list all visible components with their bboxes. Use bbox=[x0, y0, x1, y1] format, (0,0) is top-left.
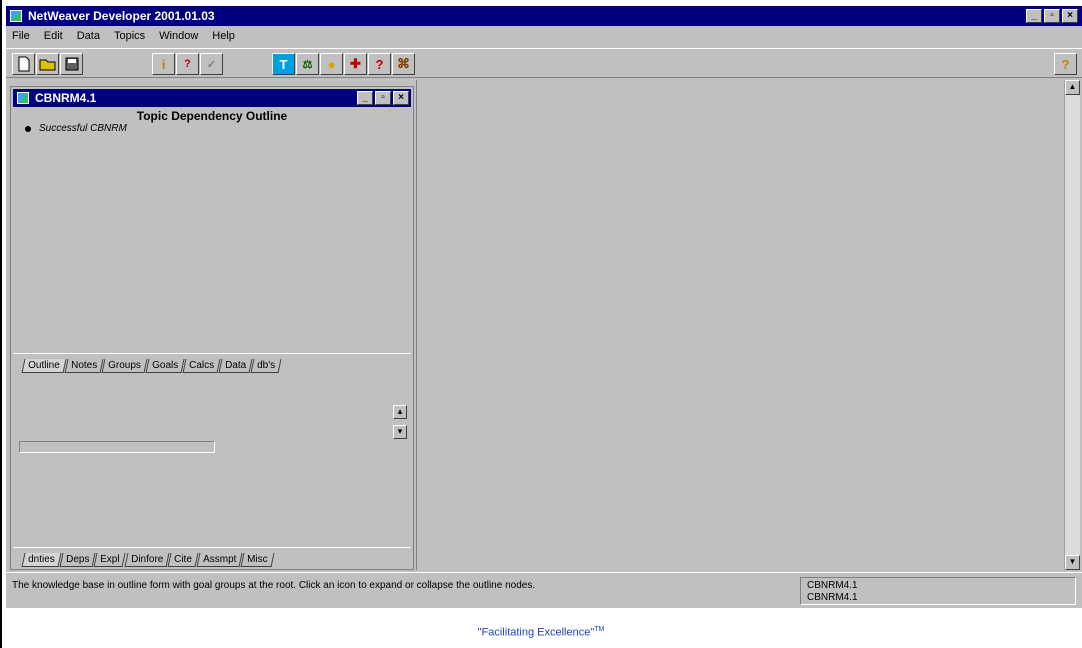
maximize-icon[interactable]: ▫ bbox=[1044, 9, 1060, 23]
scroll-down-arrow-icon[interactable]: ▼ bbox=[1065, 555, 1080, 570]
status-kb-panel: CBNRM4.1 CBNRM4.1 bbox=[800, 577, 1076, 605]
scroll-up-arrow-icon[interactable]: ▲ bbox=[1065, 80, 1080, 95]
outline-heading: Topic Dependency Outline bbox=[136, 109, 288, 123]
footer-text: "Facilitating Excellence" bbox=[477, 626, 595, 639]
workspace-pane: ▲ ▼ bbox=[416, 80, 1080, 570]
statusbar: The knowledge base in outline form with … bbox=[6, 572, 1082, 608]
menu-window[interactable]: Window bbox=[159, 30, 198, 42]
footer-trademark: TM bbox=[594, 626, 605, 633]
context-help-icon[interactable]: ? bbox=[1054, 53, 1077, 75]
app-title: NetWeaver Developer 2001.01.03 bbox=[28, 9, 215, 23]
link-icon[interactable]: ⌘ bbox=[392, 53, 415, 75]
menu-topics[interactable]: Topics bbox=[114, 30, 145, 42]
check-icon[interactable]: ✓ bbox=[200, 53, 223, 75]
tab-data[interactable]: Data bbox=[218, 359, 253, 373]
tab-groups[interactable]: Groups bbox=[101, 359, 148, 373]
page-frame bbox=[0, 0, 2, 648]
top-tab-row: Outline Notes Groups Goals Calcs Data db… bbox=[13, 353, 411, 373]
scroll-down-icon[interactable]: ▾ bbox=[393, 425, 407, 439]
status-kb-line1: CBNRM4.1 bbox=[807, 580, 858, 591]
child-minimize-icon[interactable]: _ bbox=[357, 91, 373, 105]
tab-cite[interactable]: Cite bbox=[167, 553, 199, 567]
child-close-icon[interactable]: × bbox=[393, 91, 409, 105]
tab-expl[interactable]: Expl bbox=[93, 553, 126, 567]
bullet-icon[interactable] bbox=[25, 125, 31, 132]
tab-dnties[interactable]: dnties bbox=[21, 553, 62, 567]
ask-icon[interactable]: ✚ bbox=[344, 53, 367, 75]
menubar: File Edit Data Topics Window Help bbox=[6, 27, 1082, 45]
outline-pane: Topic Dependency Outline Successful CBNR… bbox=[13, 108, 411, 356]
child-window-controls: _ ▫ × bbox=[357, 91, 409, 105]
child-title: CBNRM4.1 bbox=[35, 91, 97, 105]
info-icon[interactable]: i bbox=[152, 53, 175, 75]
detail-pane: ▴ ▾ bbox=[13, 379, 411, 537]
topic-icon[interactable]: T bbox=[272, 53, 295, 75]
child-titlebar[interactable]: CBNRM4.1 _ ▫ × bbox=[13, 89, 411, 107]
tab-dinfore[interactable]: Dinfore bbox=[124, 553, 170, 567]
tab-deps[interactable]: Deps bbox=[59, 553, 96, 567]
status-message: The knowledge base in outline form with … bbox=[12, 580, 536, 591]
tab-dbs[interactable]: db's bbox=[250, 359, 282, 373]
child-maximize-icon[interactable]: ▫ bbox=[375, 91, 391, 105]
app-icon bbox=[10, 10, 22, 22]
tab-goals[interactable]: Goals bbox=[145, 359, 185, 373]
tab-outline[interactable]: Outline bbox=[21, 359, 67, 373]
minimize-icon[interactable]: _ bbox=[1026, 9, 1042, 23]
vertical-scrollbar[interactable]: ▲ ▼ bbox=[1064, 80, 1080, 570]
child-app-icon bbox=[17, 92, 29, 104]
query-topic-icon[interactable]: ? bbox=[176, 53, 199, 75]
menu-data[interactable]: Data bbox=[77, 30, 100, 42]
tab-notes[interactable]: Notes bbox=[64, 359, 104, 373]
outline-child-window: CBNRM4.1 _ ▫ × Topic Dependency Outline … bbox=[10, 86, 414, 570]
save-icon[interactable] bbox=[60, 53, 83, 75]
new-icon[interactable] bbox=[12, 53, 35, 75]
menu-help[interactable]: Help bbox=[212, 30, 235, 42]
app-titlebar[interactable]: NetWeaver Developer 2001.01.03 _ ▫ × bbox=[6, 6, 1082, 26]
app-window: NetWeaver Developer 2001.01.03 _ ▫ × Fil… bbox=[6, 6, 1082, 608]
window-controls: _ ▫ × bbox=[1026, 9, 1078, 23]
close-icon[interactable]: × bbox=[1062, 9, 1078, 23]
bottom-tab-row: dnties Deps Expl Dinfore Cite Assmpt Mis… bbox=[13, 547, 411, 567]
progress-field bbox=[19, 441, 215, 453]
tab-calcs[interactable]: Calcs bbox=[182, 359, 221, 373]
outline-node-label: Successful CBNRM bbox=[39, 123, 127, 134]
status-kb-line2: CBNRM4.1 bbox=[807, 592, 858, 603]
tab-assmpt[interactable]: Assmpt bbox=[196, 553, 243, 567]
scale-icon[interactable]: ⚖ bbox=[296, 53, 319, 75]
toolbar: i ? ✓ T ⚖ ● ✚ ? ⌘ ? bbox=[6, 48, 1082, 78]
scroll-up-icon[interactable]: ▴ bbox=[393, 405, 407, 419]
open-icon[interactable] bbox=[36, 53, 59, 75]
help-query-icon[interactable]: ? bbox=[368, 53, 391, 75]
outline-node[interactable]: Successful CBNRM bbox=[25, 123, 127, 134]
menu-file[interactable]: File bbox=[12, 30, 30, 42]
lightbulb-icon[interactable]: ● bbox=[320, 53, 343, 75]
tab-misc[interactable]: Misc bbox=[240, 553, 274, 567]
footer-tagline: "Facilitating Excellence"TM bbox=[0, 626, 1082, 639]
menu-edit[interactable]: Edit bbox=[44, 30, 63, 42]
